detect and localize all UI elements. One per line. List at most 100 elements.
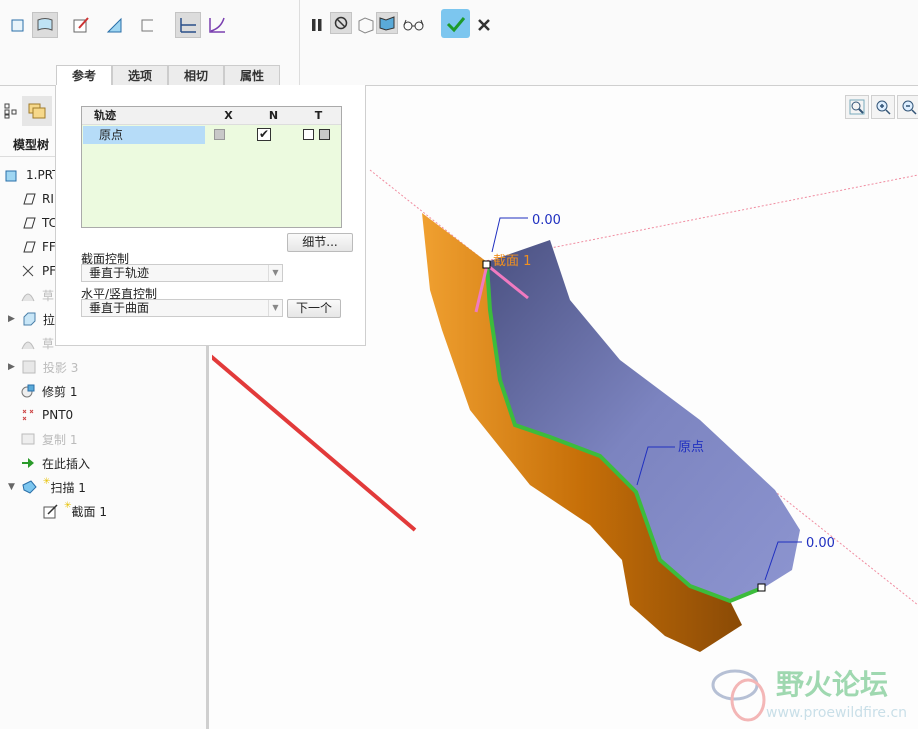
- tab-tangency[interactable]: 相切: [168, 65, 224, 86]
- annotation-arrow: [212, 354, 417, 532]
- col-t: T: [296, 107, 341, 125]
- section-plane-select[interactable]: 垂直于轨迹 ▼: [81, 264, 283, 282]
- sketch-section-icon: [43, 504, 58, 519]
- thin-icon[interactable]: [102, 12, 128, 38]
- no-preview-icon[interactable]: [330, 12, 352, 34]
- tree-item-label: 草: [42, 336, 55, 351]
- layers-folder-icon[interactable]: [22, 96, 52, 126]
- variable-section-icon[interactable]: [204, 12, 230, 38]
- feature-preview-icon[interactable]: [376, 12, 398, 34]
- confirm-check-icon[interactable]: [441, 9, 470, 38]
- tree-item-label: RI: [42, 192, 54, 206]
- collapse-arrow-icon[interactable]: ▼: [8, 482, 15, 492]
- tab-references[interactable]: 参考: [56, 65, 112, 86]
- end-point-handle[interactable]: [757, 583, 766, 592]
- tree-item-label: 草: [42, 288, 55, 303]
- tab-properties[interactable]: 属性: [224, 65, 280, 86]
- dimension-top[interactable]: 0.00: [532, 213, 561, 228]
- tree-item[interactable]: ▶ 拉: [8, 309, 55, 329]
- tree-item[interactable]: ▼ ✳ 扫描 1: [8, 477, 86, 497]
- col-x: X: [206, 107, 251, 125]
- tree-item-label: PNT0: [42, 408, 74, 422]
- trajectory-name[interactable]: 原点: [83, 126, 205, 144]
- tree-item[interactable]: RI: [20, 189, 54, 209]
- extrude-icon: [23, 312, 36, 326]
- tree-item[interactable]: ▶ 投影 3: [8, 357, 78, 377]
- panel-tabs: 参考 选项 相切 属性: [56, 65, 280, 86]
- datum-point-icon: [22, 409, 34, 421]
- part-icon: [5, 170, 17, 182]
- zoom-out-icon[interactable]: [897, 95, 918, 119]
- tree-item[interactable]: PF: [20, 261, 56, 281]
- copy-icon: [21, 433, 35, 445]
- tree-item[interactable]: 修剪 1: [20, 381, 77, 401]
- solid-icon[interactable]: [5, 12, 31, 38]
- datum-plane-icon: [23, 193, 36, 205]
- watermark-logo: [711, 669, 766, 722]
- trajectory-table: 轨迹 X N T 原点 ✔: [81, 106, 342, 228]
- cancel-x-icon[interactable]: [471, 12, 497, 38]
- remove-material-icon[interactable]: [134, 12, 160, 38]
- section-plane-value: 垂直于轨迹: [89, 266, 150, 280]
- verify-glasses-icon[interactable]: [401, 12, 427, 38]
- tree-item-label: 截面 1: [71, 504, 107, 519]
- tree-item-label: 投影 3: [42, 360, 79, 375]
- expand-arrow-icon[interactable]: ▶: [8, 362, 15, 372]
- zoom-in-icon[interactable]: [871, 95, 895, 119]
- dimension-leader: [491, 217, 528, 253]
- chevron-down-icon[interactable]: ▼: [268, 300, 282, 316]
- expand-arrow-icon[interactable]: ▶: [8, 314, 15, 324]
- tree-item-label: 在此插入: [42, 456, 91, 471]
- n-checkbox[interactable]: ✔: [257, 128, 271, 141]
- datum-plane-icon: [23, 217, 36, 229]
- tree-item[interactable]: TC: [20, 213, 57, 233]
- chevron-down-icon[interactable]: ▼: [268, 265, 282, 281]
- surface-icon[interactable]: [32, 12, 58, 38]
- origin-label[interactable]: 原点: [678, 440, 704, 455]
- sketch-edit-icon[interactable]: [68, 12, 94, 38]
- new-feature-star-icon: ✳: [64, 501, 72, 511]
- tree-item[interactable]: FF: [20, 237, 56, 257]
- tab-options[interactable]: 选项: [112, 65, 168, 86]
- x-checkbox[interactable]: [214, 129, 225, 140]
- new-feature-star-icon: ✳: [42, 477, 51, 487]
- projection-icon: [22, 360, 36, 374]
- csys-icon: [22, 265, 34, 277]
- tree-item[interactable]: 草: [20, 285, 54, 305]
- details-button[interactable]: 细节...: [287, 233, 353, 252]
- start-point-handle[interactable]: [482, 260, 491, 269]
- tree-item[interactable]: 1.PRT: [4, 165, 59, 185]
- t-checkbox-alt[interactable]: [319, 129, 330, 140]
- watermark-title: 野火论坛: [776, 668, 888, 701]
- tree-item[interactable]: 在此插入: [20, 453, 90, 473]
- ribbon: 参考 选项 相切 属性: [0, 0, 918, 86]
- datum-plane-icon: [23, 241, 36, 253]
- tree-item[interactable]: 复制 1: [20, 429, 77, 449]
- hv-control-select[interactable]: 垂直于曲面 ▼: [81, 299, 283, 317]
- tree-item[interactable]: 草: [20, 333, 54, 353]
- t-checkbox[interactable]: [303, 129, 314, 140]
- col-trajectory: 轨迹: [82, 107, 206, 125]
- model-tree-header: 模型树: [13, 138, 50, 152]
- tree-item[interactable]: ✳ 截面 1: [42, 501, 107, 521]
- watermark-url: www.proewildfire.cn: [766, 705, 907, 721]
- tree-item-label: 复制 1: [42, 432, 78, 447]
- hv-control-value: 垂直于曲面: [89, 301, 150, 315]
- divider: [299, 0, 300, 86]
- section-label[interactable]: 截面 1: [493, 254, 531, 269]
- next-button[interactable]: 下一个: [287, 299, 341, 318]
- tree-view-icon[interactable]: [0, 98, 22, 124]
- sweep-icon: [22, 480, 37, 494]
- references-panel: 轨迹 X N T 原点 ✔ 细节... 截面控制 垂直于轨迹 ▼ 水平/竖直控制 …: [55, 85, 366, 346]
- pause-icon[interactable]: [304, 12, 330, 38]
- trim-icon: [21, 384, 35, 398]
- tree-item-label: 扫描 1: [50, 480, 86, 495]
- col-n: N: [251, 107, 296, 125]
- table-row[interactable]: 原点 ✔: [83, 126, 340, 144]
- refit-zoom-icon[interactable]: [845, 95, 869, 119]
- tree-item-label: 修剪 1: [42, 384, 78, 399]
- sketch-icon: [21, 341, 35, 350]
- tree-item[interactable]: PNT0: [20, 405, 73, 425]
- constant-section-icon[interactable]: [175, 12, 201, 38]
- dimension-bottom[interactable]: 0.00: [806, 536, 835, 551]
